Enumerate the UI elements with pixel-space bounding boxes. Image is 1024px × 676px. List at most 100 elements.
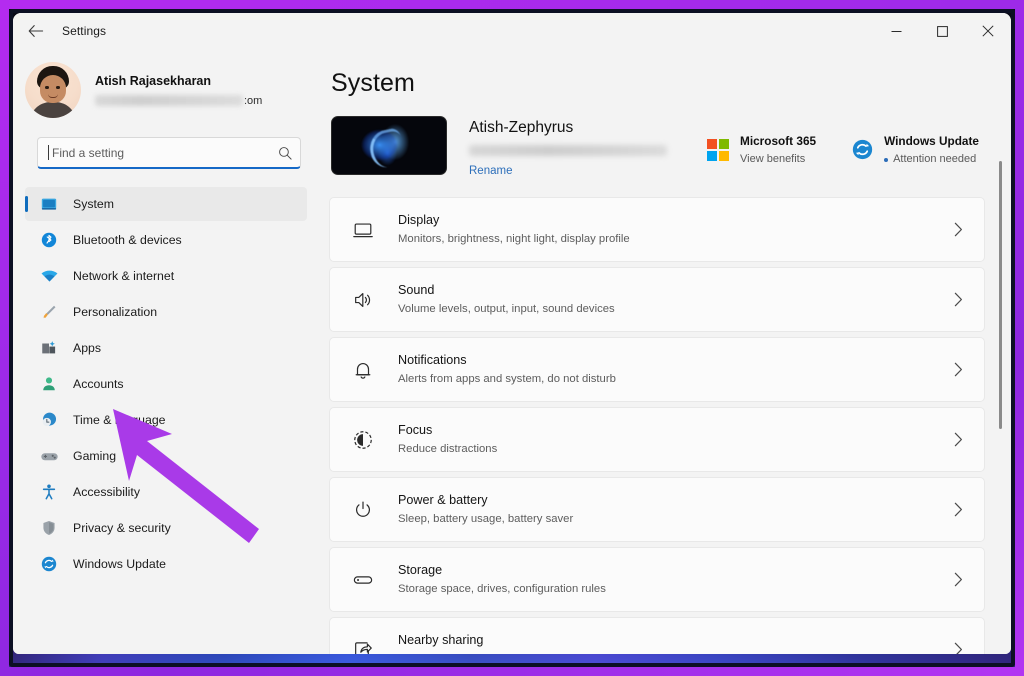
setting-row-notifications[interactable]: Notifications Alerts from apps and syste…: [329, 337, 985, 402]
device-info: Atish-Zephyrus Rename: [469, 116, 667, 179]
page-title: System: [331, 69, 415, 97]
sidebar-item-network-internet[interactable]: Network & internet: [25, 259, 307, 293]
header-card-title: Microsoft 365: [740, 134, 817, 148]
device-name: Atish-Zephyrus: [469, 119, 574, 136]
search-box[interactable]: [37, 137, 301, 169]
setting-row-nearby-sharing[interactable]: Nearby sharing Discoverability, received…: [329, 617, 985, 654]
header-card-subtitle: View benefits: [740, 153, 806, 165]
sidebar-item-bluetooth-devices[interactable]: Bluetooth & devices: [25, 223, 307, 257]
sidebar-item-privacy-security[interactable]: Privacy & security: [25, 511, 307, 545]
scrollbar-thumb[interactable]: [999, 161, 1002, 429]
share-icon: [350, 637, 376, 654]
setting-row-storage[interactable]: Storage Storage space, drives, configura…: [329, 547, 985, 612]
sidebar-item-label: Bluetooth & devices: [73, 233, 182, 247]
setting-description: Volume levels, output, input, sound devi…: [398, 303, 615, 315]
account-email-redacted: [95, 95, 243, 106]
setting-title: Power & battery: [398, 493, 488, 507]
search-input[interactable]: [50, 145, 278, 160]
setting-row-focus[interactable]: Focus Reduce distractions: [329, 407, 985, 472]
person-icon: [39, 374, 59, 394]
sidebar-item-system[interactable]: System: [25, 187, 307, 221]
apps-icon: [39, 338, 59, 358]
microsoft-logo-icon: [706, 138, 730, 162]
maximize-button[interactable]: [919, 13, 965, 49]
setting-title: Sound: [398, 283, 435, 297]
chevron-right-icon: [950, 292, 966, 307]
shield-icon: [39, 518, 59, 538]
sidebar-item-label: Gaming: [73, 449, 117, 463]
power-icon: [350, 497, 376, 523]
window-controls: [873, 13, 1011, 49]
attention-dot: [884, 157, 889, 162]
sidebar-item-personalization[interactable]: Personalization: [25, 295, 307, 329]
header-card-subtitle-row: Attention needed: [884, 152, 979, 167]
sidebar-nav-list: System Bluetooth & devices Network & int…: [13, 187, 313, 654]
setting-title: Storage: [398, 563, 443, 577]
sync-icon: [39, 554, 59, 574]
app-title: Settings: [62, 24, 107, 38]
speaker-icon: [350, 287, 376, 313]
windows-update-card[interactable]: Windows Update Attention needed: [844, 128, 985, 171]
monitor-icon: [350, 217, 376, 243]
sidebar-item-label: Windows Update: [73, 557, 166, 571]
sidebar-item-label: Time & language: [73, 413, 166, 427]
setting-description: Discoverability, received files location: [398, 651, 950, 654]
setting-row-sound[interactable]: Sound Volume levels, output, input, soun…: [329, 267, 985, 332]
sync-icon: [850, 138, 874, 162]
window-body: Atish Rajasekharan :om Find a setting Sy…: [13, 49, 1011, 654]
setting-row-power-battery[interactable]: Power & battery Sleep, battery usage, ba…: [329, 477, 985, 542]
sidebar-item-label: Apps: [73, 341, 102, 355]
sidebar-item-apps[interactable]: Apps: [25, 331, 307, 365]
setting-title: Notifications: [398, 353, 467, 367]
sidebar-item-label: Privacy & security: [73, 521, 171, 535]
sidebar-item-label: Personalization: [73, 305, 158, 319]
chevron-right-icon: [950, 642, 966, 654]
maximize-icon: [936, 25, 948, 37]
wifi-icon: [39, 266, 59, 286]
account-text: Atish Rajasekharan :om: [95, 73, 262, 107]
back-button[interactable]: [19, 16, 53, 46]
search-icon[interactable]: [278, 146, 292, 160]
minimize-button[interactable]: [873, 13, 919, 49]
header-card-subtitle: Attention needed: [893, 153, 977, 165]
monitor-icon: [39, 194, 59, 214]
setting-description: Storage space, drives, configuration rul…: [398, 583, 606, 595]
header-card-title: Windows Update: [884, 134, 979, 148]
rename-link[interactable]: Rename: [469, 165, 512, 177]
account-email: :om: [95, 94, 262, 107]
sidebar-item-windows-update[interactable]: Windows Update: [25, 547, 307, 581]
account-block[interactable]: Atish Rajasekharan :om: [13, 53, 313, 125]
sidebar-item-label: Accessibility: [73, 485, 140, 499]
setting-row-display[interactable]: Display Monitors, brightness, night ligh…: [329, 197, 985, 262]
desktop-background: Settings Atish Rajasekharan:om Find a s…: [0, 0, 1024, 676]
chevron-right-icon: [950, 572, 966, 587]
sidebar-item-label: Accounts: [73, 377, 124, 391]
account-name: Atish Rajasekharan: [95, 74, 212, 88]
bell-icon: [350, 357, 376, 383]
search-wrapper: [37, 137, 301, 169]
content-scrollbar[interactable]: [995, 161, 1005, 651]
clock-icon: [39, 410, 59, 430]
sidebar-item-label: Network & internet: [73, 269, 175, 283]
chevron-right-icon: [950, 432, 966, 447]
sidebar-item-accessibility[interactable]: Accessibility: [25, 475, 307, 509]
sidebar-item-time-language[interactable]: Time & language: [25, 403, 307, 437]
back-arrow-icon: [28, 25, 44, 37]
sidebar-item-gaming[interactable]: Gaming: [25, 439, 307, 473]
accessibility-icon: [39, 482, 59, 502]
chevron-right-icon: [950, 222, 966, 237]
setting-title: Focus: [398, 423, 433, 437]
close-icon: [982, 25, 994, 37]
close-button[interactable]: [965, 13, 1011, 49]
setting-description: Reduce distractions: [398, 443, 498, 455]
setting-description: Monitors, brightness, night light, displ…: [398, 233, 630, 245]
paintbrush-icon: [39, 302, 59, 322]
account-email-visible-tail: :om: [244, 94, 263, 107]
setting-description: Sleep, battery usage, battery saver: [398, 513, 574, 525]
bluetooth-icon: [39, 230, 59, 250]
microsoft-365-card[interactable]: Microsoft 365 View benefits: [700, 128, 822, 171]
sidebar-item-accounts[interactable]: Accounts: [25, 367, 307, 401]
device-header: Atish-Zephyrus Rename Microsoft 365 View…: [331, 116, 1011, 179]
main-content: System Atish-Zephyrus Rename Microsoft 3…: [313, 49, 1011, 654]
setting-title: Display: [398, 213, 440, 227]
